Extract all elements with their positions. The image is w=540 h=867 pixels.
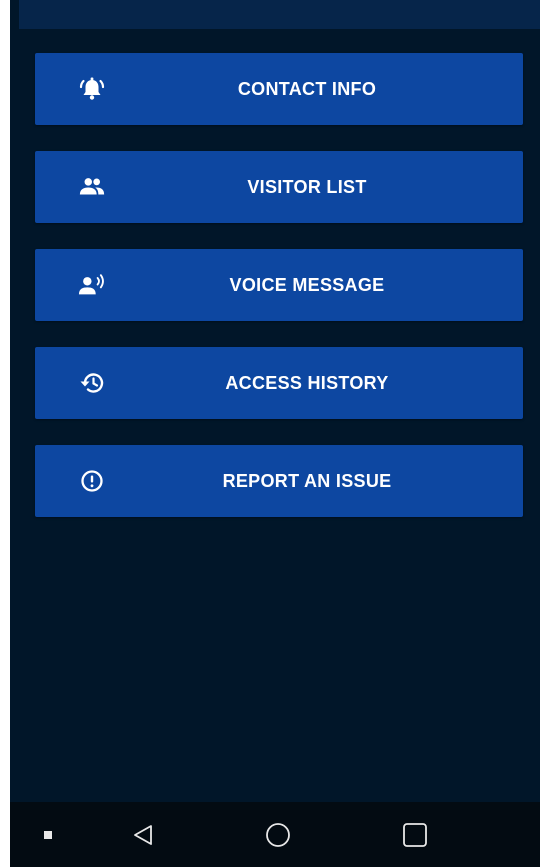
alarm-bell-icon [78,75,106,103]
report-issue-button[interactable]: REPORT AN ISSUE [35,445,523,517]
square-dot-icon[interactable] [40,802,56,867]
contact-info-label: CONTACT INFO [237,78,377,99]
access-history-button[interactable]: ACCESS HISTORY [35,347,523,419]
recents-square-icon[interactable] [400,802,430,867]
contact-info-button[interactable]: CONTACT INFO [35,53,523,125]
app-screen: CONTACT INFO VISITOR LIST VOICE MESSAGE … [10,0,540,867]
main-menu: CONTACT INFO VISITOR LIST VOICE MESSAGE … [35,53,523,517]
home-circle-icon[interactable] [263,802,293,867]
voice-message-label: VOICE MESSAGE [229,274,385,295]
report-issue-label: REPORT AN ISSUE [222,470,392,491]
people-icon [78,173,106,201]
voice-message-button[interactable]: VOICE MESSAGE [35,249,523,321]
back-triangle-icon[interactable] [128,802,158,867]
visitor-list-label: VISITOR LIST [247,176,367,197]
visitor-list-button[interactable]: VISITOR LIST [35,151,523,223]
top-bar [19,0,540,29]
system-navigation-bar [10,802,540,867]
access-history-label: ACCESS HISTORY [225,372,389,393]
person-speaking-icon [78,271,106,299]
exclamation-circle-icon [78,467,106,495]
history-icon [78,369,106,397]
